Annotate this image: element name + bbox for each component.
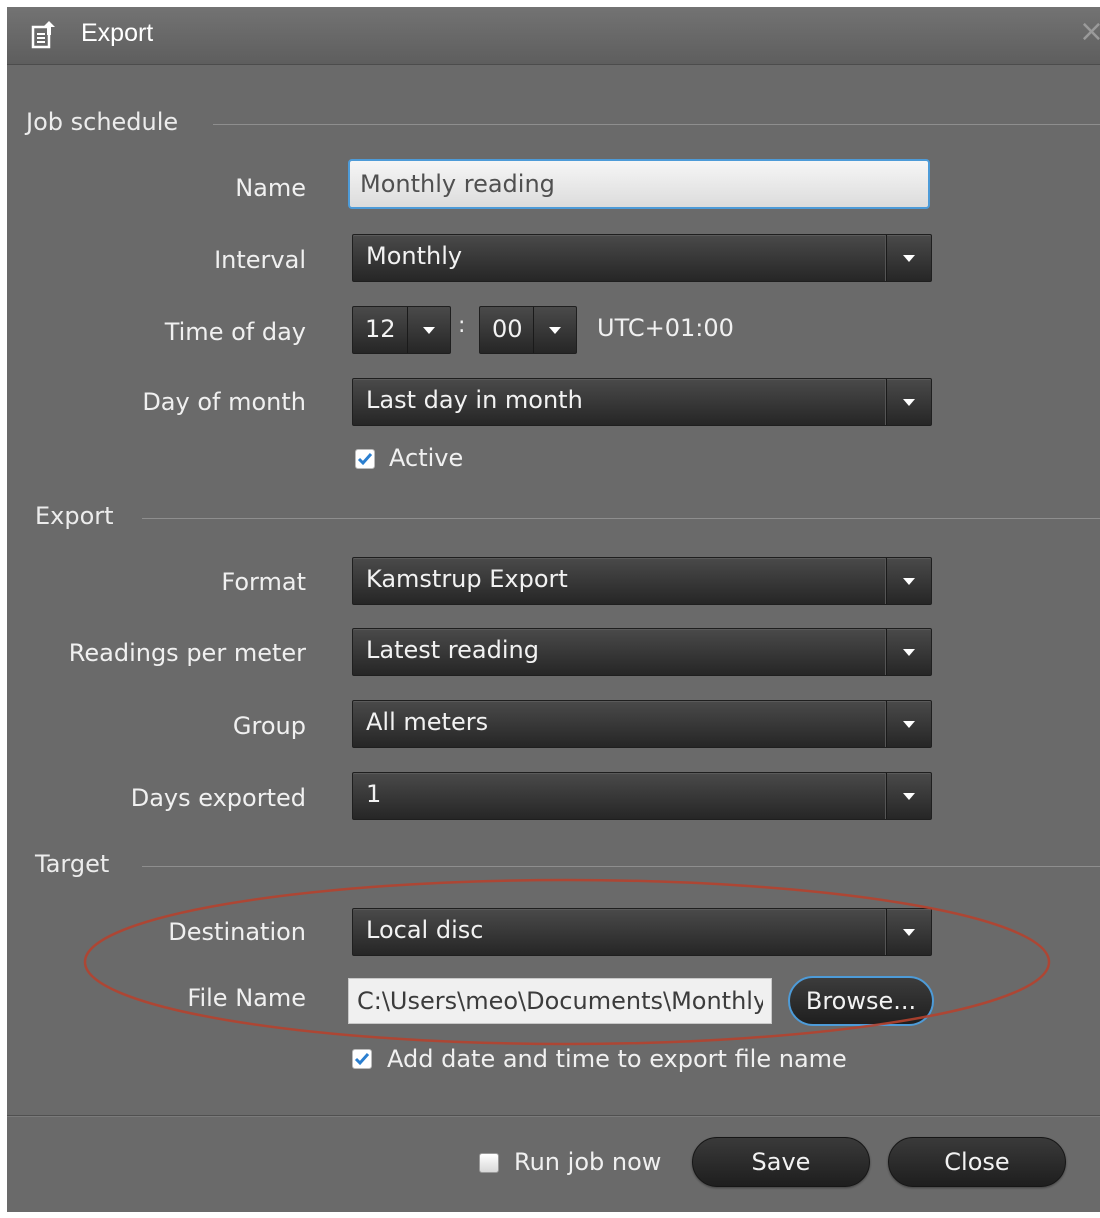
readings-per-meter-value: Latest reading bbox=[366, 636, 539, 664]
chevron-down-icon bbox=[423, 327, 435, 334]
name-input[interactable] bbox=[348, 159, 930, 209]
days-exported-dropdown-button[interactable] bbox=[886, 773, 931, 819]
chevron-down-icon bbox=[903, 721, 915, 728]
add-datetime-checkbox[interactable] bbox=[352, 1049, 372, 1069]
close-button[interactable]: Close bbox=[888, 1137, 1066, 1187]
section-job-schedule: Job schedule bbox=[7, 108, 1100, 138]
window-title: Export bbox=[81, 19, 154, 47]
readings-per-meter-select[interactable]: Latest reading bbox=[352, 628, 932, 676]
section-title: Target bbox=[35, 850, 110, 878]
file-name-input[interactable] bbox=[348, 978, 772, 1024]
run-job-now-label: Run job now bbox=[514, 1148, 662, 1176]
days-exported-select[interactable]: 1 bbox=[352, 772, 932, 820]
days-exported-label: Days exported bbox=[130, 784, 306, 812]
active-checkbox[interactable] bbox=[355, 449, 375, 469]
minute-value: 00 bbox=[492, 315, 523, 343]
section-export: Export bbox=[7, 502, 1100, 532]
chevron-down-icon bbox=[903, 929, 915, 936]
section-target: Target bbox=[7, 850, 1100, 880]
timezone-label: UTC+01:00 bbox=[597, 314, 734, 342]
hour-value: 12 bbox=[365, 315, 396, 343]
destination-select[interactable]: Local disc bbox=[352, 908, 932, 956]
destination-label: Destination bbox=[168, 918, 306, 946]
day-of-month-select[interactable]: Last day in month bbox=[352, 378, 932, 426]
chevron-down-icon bbox=[903, 578, 915, 585]
chevron-down-icon bbox=[903, 399, 915, 406]
readings-per-meter-label: Readings per meter bbox=[68, 639, 306, 667]
run-job-now-checkbox[interactable] bbox=[479, 1153, 499, 1173]
destination-dropdown-button[interactable] bbox=[886, 909, 931, 955]
section-title: Job schedule bbox=[26, 108, 179, 136]
chevron-down-icon bbox=[549, 327, 561, 334]
close-icon[interactable]: × bbox=[1079, 17, 1100, 47]
interval-select[interactable]: Monthly bbox=[352, 234, 932, 282]
group-value: All meters bbox=[366, 708, 489, 736]
time-separator: : bbox=[458, 313, 466, 338]
chevron-down-icon bbox=[903, 793, 915, 800]
interval-label: Interval bbox=[214, 246, 306, 274]
readings-per-meter-dropdown-button[interactable] bbox=[886, 629, 931, 675]
section-divider bbox=[142, 518, 1100, 519]
interval-dropdown-button[interactable] bbox=[886, 235, 931, 281]
format-dropdown-button[interactable] bbox=[886, 558, 931, 604]
day-of-month-label: Day of month bbox=[142, 388, 306, 416]
section-title: Export bbox=[35, 502, 114, 530]
format-select[interactable]: Kamstrup Export bbox=[352, 557, 932, 605]
title-bar: Export × bbox=[7, 7, 1100, 65]
minute-select[interactable]: 00 bbox=[479, 306, 577, 354]
checkmark-icon bbox=[357, 453, 373, 466]
days-exported-value: 1 bbox=[366, 780, 382, 808]
add-datetime-label: Add date and time to export file name bbox=[387, 1045, 847, 1073]
group-label: Group bbox=[232, 712, 306, 740]
interval-value: Monthly bbox=[366, 242, 463, 270]
destination-value: Local disc bbox=[366, 916, 484, 944]
chevron-down-icon bbox=[903, 649, 915, 656]
section-divider bbox=[142, 866, 1100, 867]
group-dropdown-button[interactable] bbox=[886, 701, 931, 747]
format-label: Format bbox=[221, 568, 306, 596]
footer-divider bbox=[7, 1115, 1100, 1116]
export-dialog: Export × Job schedule Name Interval Mont… bbox=[7, 7, 1100, 1212]
time-of-day-label: Time of day bbox=[164, 318, 306, 346]
group-select[interactable]: All meters bbox=[352, 700, 932, 748]
day-of-month-value: Last day in month bbox=[366, 386, 583, 414]
name-label: Name bbox=[235, 174, 306, 202]
format-value: Kamstrup Export bbox=[366, 565, 568, 593]
day-of-month-dropdown-button[interactable] bbox=[886, 379, 931, 425]
hour-dropdown-button[interactable] bbox=[407, 307, 450, 353]
file-name-label: File Name bbox=[187, 984, 306, 1012]
active-label: Active bbox=[389, 444, 464, 472]
minute-dropdown-button[interactable] bbox=[533, 307, 576, 353]
section-divider bbox=[213, 124, 1100, 125]
export-icon bbox=[31, 21, 55, 49]
save-button[interactable]: Save bbox=[692, 1137, 870, 1187]
hour-select[interactable]: 12 bbox=[352, 306, 451, 354]
chevron-down-icon bbox=[903, 255, 915, 262]
browse-button[interactable]: Browse... bbox=[788, 976, 934, 1026]
checkmark-icon bbox=[354, 1053, 370, 1066]
